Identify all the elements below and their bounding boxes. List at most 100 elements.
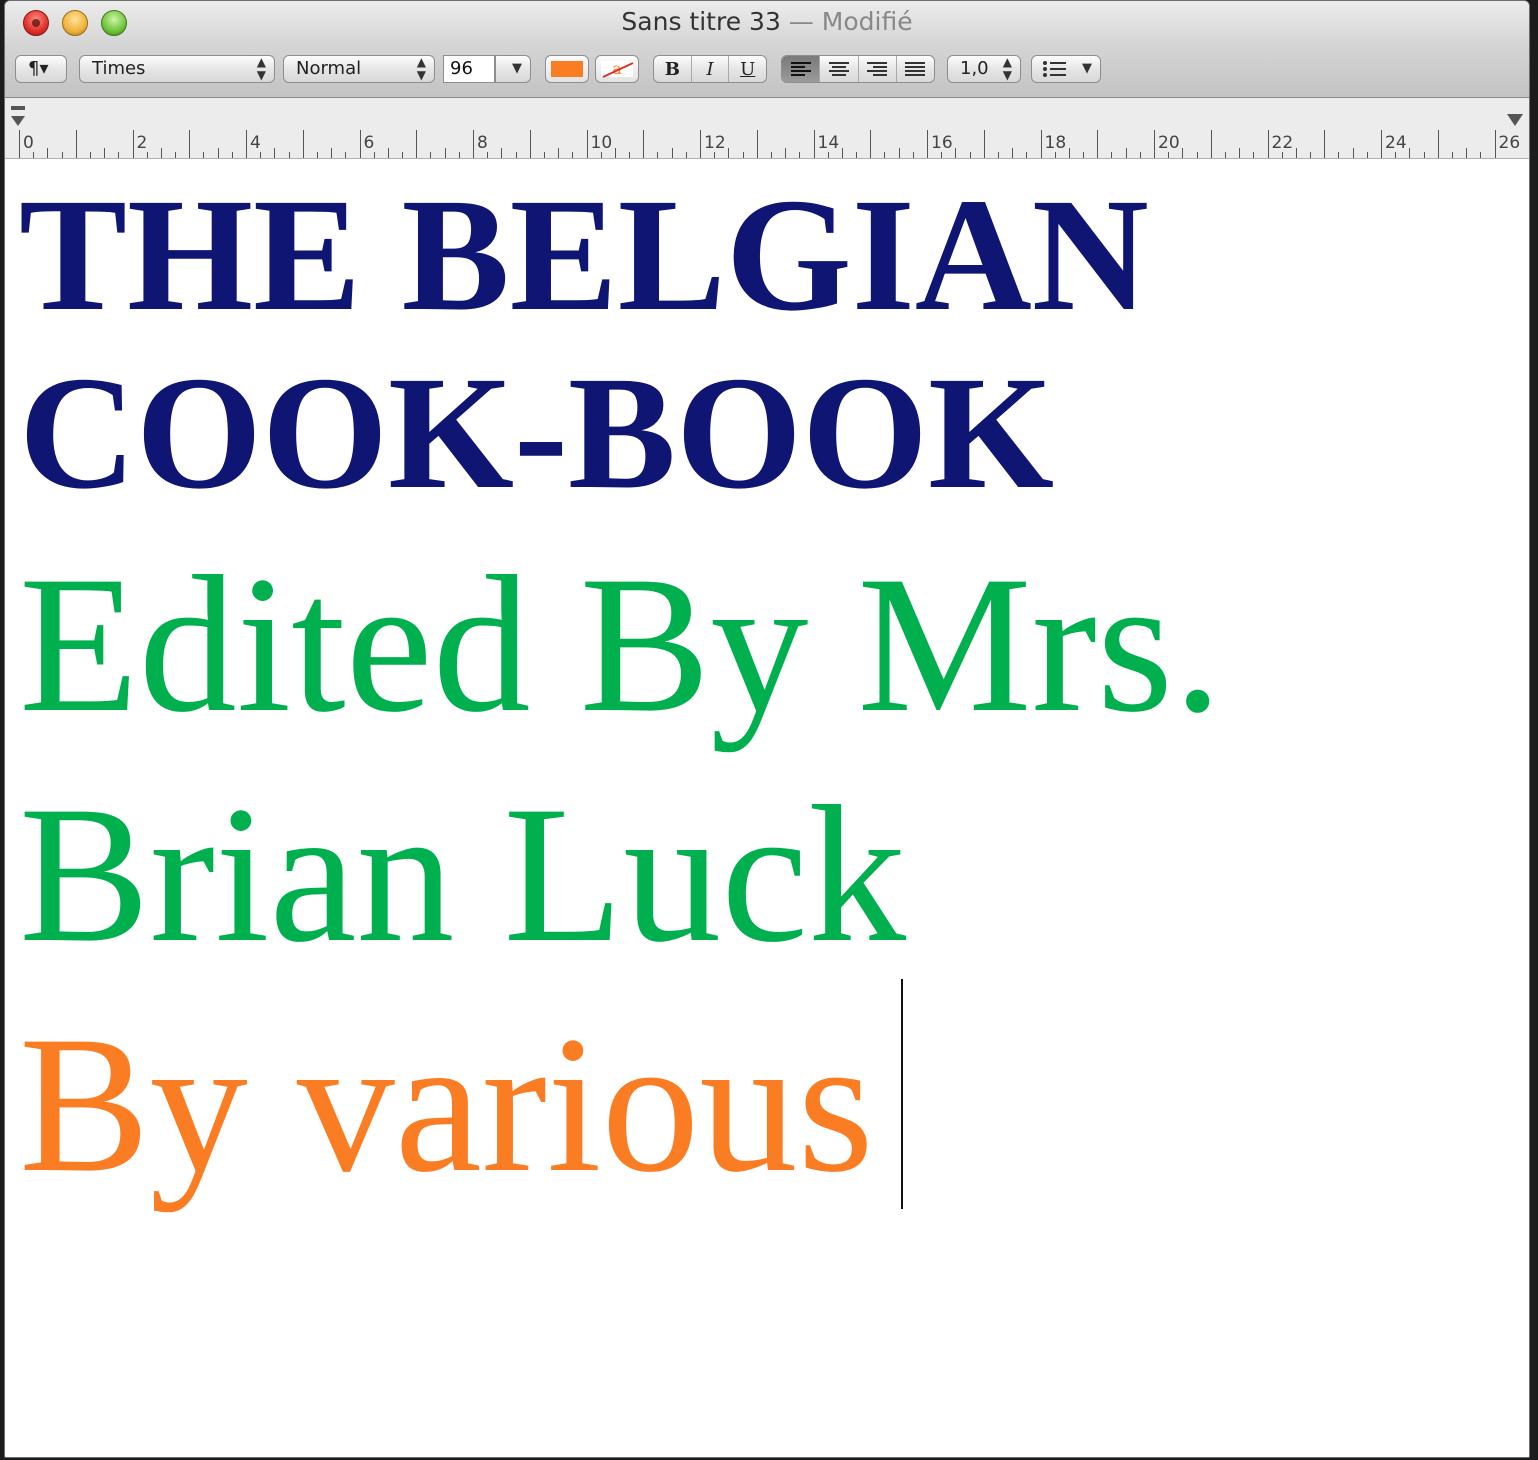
align-right-button[interactable] bbox=[859, 56, 897, 82]
ruler-tick bbox=[841, 148, 843, 158]
ruler-tick bbox=[870, 130, 872, 158]
ruler-tick bbox=[1381, 130, 1382, 158]
align-center-button[interactable] bbox=[820, 56, 859, 82]
ruler-tick bbox=[331, 148, 333, 158]
underline-button[interactable]: U bbox=[729, 56, 766, 82]
ruler-label: 0 bbox=[23, 133, 34, 153]
ruler-tick bbox=[657, 152, 659, 158]
text-color-button[interactable] bbox=[545, 55, 589, 83]
ruler-tick bbox=[288, 152, 290, 158]
ruler-tick bbox=[1338, 152, 1340, 158]
ruler-label: 12 bbox=[704, 133, 726, 153]
ruler-tick bbox=[160, 148, 162, 158]
ruler-tick bbox=[231, 152, 233, 158]
font-family-popup[interactable]: Times ▲ ▼ bbox=[79, 55, 275, 83]
ruler-tick bbox=[529, 130, 531, 158]
author-line: By various bbox=[19, 996, 874, 1213]
ruler-tick bbox=[643, 130, 645, 158]
ruler-tick bbox=[1210, 130, 1212, 158]
highlight-color-button[interactable]: a bbox=[595, 55, 639, 83]
ruler-tick bbox=[1466, 148, 1468, 158]
ruler-tick bbox=[1239, 148, 1241, 158]
ruler-label: 14 bbox=[817, 133, 840, 153]
ruler-tick bbox=[756, 130, 758, 158]
textedit-window: Sans titre 33 — Modifié ¶▾ Times ▲ ▼ Norm… bbox=[4, 0, 1530, 1458]
ruler-tick bbox=[558, 148, 560, 158]
ruler-tick bbox=[1139, 152, 1141, 158]
ruler-tick bbox=[912, 152, 914, 158]
ruler-tick bbox=[799, 152, 801, 158]
ruler-tick bbox=[175, 152, 177, 158]
align-left-button[interactable] bbox=[782, 56, 821, 82]
editor-line-2: Brian Luck bbox=[19, 766, 907, 983]
ruler-tick bbox=[685, 152, 687, 158]
ruler-tick bbox=[515, 152, 517, 158]
ruler-tick bbox=[884, 152, 886, 158]
ruler-tick bbox=[89, 152, 91, 158]
alignment-group bbox=[781, 55, 935, 83]
no-highlight-icon: a bbox=[601, 61, 634, 78]
text-color-swatch bbox=[551, 61, 583, 77]
ruler-tick bbox=[1366, 152, 1368, 158]
ruler-tick bbox=[302, 130, 304, 158]
line-spacing-popup[interactable]: 1,0 ▲ ▼ bbox=[947, 55, 1021, 83]
ruler-tick bbox=[1267, 130, 1269, 158]
italic-button[interactable]: I bbox=[692, 56, 730, 82]
ruler-tick bbox=[189, 130, 191, 158]
justify-button[interactable] bbox=[897, 56, 934, 82]
ruler-tick bbox=[1068, 148, 1070, 158]
chevron-down-icon: ▼ bbox=[1082, 61, 1092, 76]
ruler-tick bbox=[345, 152, 347, 158]
ruler-tick bbox=[1480, 152, 1482, 158]
ruler-tick bbox=[1409, 148, 1411, 158]
list-style-menu[interactable]: ▼ bbox=[1031, 55, 1101, 83]
ruler-tick bbox=[1154, 130, 1155, 158]
ruler-tick bbox=[1437, 130, 1439, 158]
ruler-tick bbox=[671, 148, 673, 158]
ruler-tick bbox=[359, 130, 361, 158]
paragraph-style-menu[interactable]: ¶▾ bbox=[15, 55, 67, 83]
ruler-tick bbox=[430, 152, 432, 158]
ruler-tick bbox=[75, 130, 77, 158]
ruler-tick bbox=[104, 148, 106, 158]
ruler-label: 6 bbox=[363, 133, 375, 153]
title-separator: — bbox=[780, 7, 822, 36]
ruler-label: 2 bbox=[136, 133, 148, 153]
font-size-dropdown[interactable]: ▼ bbox=[495, 55, 531, 83]
ruler-tick bbox=[742, 152, 744, 158]
up-down-arrows-icon: ▲ ▼ bbox=[256, 55, 266, 82]
ruler-tick bbox=[1253, 152, 1255, 158]
title-line-1: THE BELGIAN bbox=[19, 166, 1149, 345]
ruler-tick bbox=[1224, 152, 1226, 158]
modified-status: Modifié bbox=[821, 7, 913, 36]
right-margin-marker-icon[interactable] bbox=[1505, 114, 1525, 128]
window-title: Sans titre 33 — Modifié bbox=[5, 7, 1529, 36]
align-center-icon bbox=[828, 62, 849, 76]
title-bar: Sans titre 33 — Modifié ¶▾ Times ▲ ▼ Norm… bbox=[5, 1, 1529, 98]
ruler-tick bbox=[898, 148, 900, 158]
align-left-icon bbox=[790, 62, 811, 76]
ruler-tick bbox=[813, 130, 815, 158]
ruler-tick bbox=[955, 148, 957, 158]
ruler-tick bbox=[19, 130, 20, 158]
ruler-tick bbox=[118, 152, 120, 158]
ruler-label: 16 bbox=[931, 133, 953, 153]
ruler-label: 18 bbox=[1044, 133, 1067, 153]
ruler-tick bbox=[1012, 148, 1014, 158]
chevron-down-icon: ▼ bbox=[512, 61, 522, 76]
ruler-tick bbox=[1494, 130, 1496, 158]
ruler-tick bbox=[1182, 148, 1184, 158]
ruler-tick bbox=[501, 148, 503, 158]
ruler-tick bbox=[572, 152, 574, 158]
ruler-tick bbox=[61, 152, 63, 158]
title-line-2: COOK-BOOK bbox=[19, 344, 1055, 523]
font-style-popup[interactable]: Normal ▲ ▼ bbox=[283, 55, 435, 83]
document-name: Sans titre 33 bbox=[621, 7, 781, 36]
document-body[interactable]: THE BELGIAN COOK-BOOK Edited By Mrs. Bri… bbox=[5, 159, 1529, 1457]
font-size-field[interactable]: 96 bbox=[443, 55, 495, 83]
bold-button[interactable]: B bbox=[654, 56, 692, 82]
ruler-tick bbox=[1423, 152, 1425, 158]
ruler-tick bbox=[1097, 130, 1099, 158]
ruler[interactable]: 0 2 4 6 8 10 12 14 16 18 20 22 24 26 bbox=[5, 98, 1529, 159]
ruler-label: 4 bbox=[250, 133, 261, 153]
